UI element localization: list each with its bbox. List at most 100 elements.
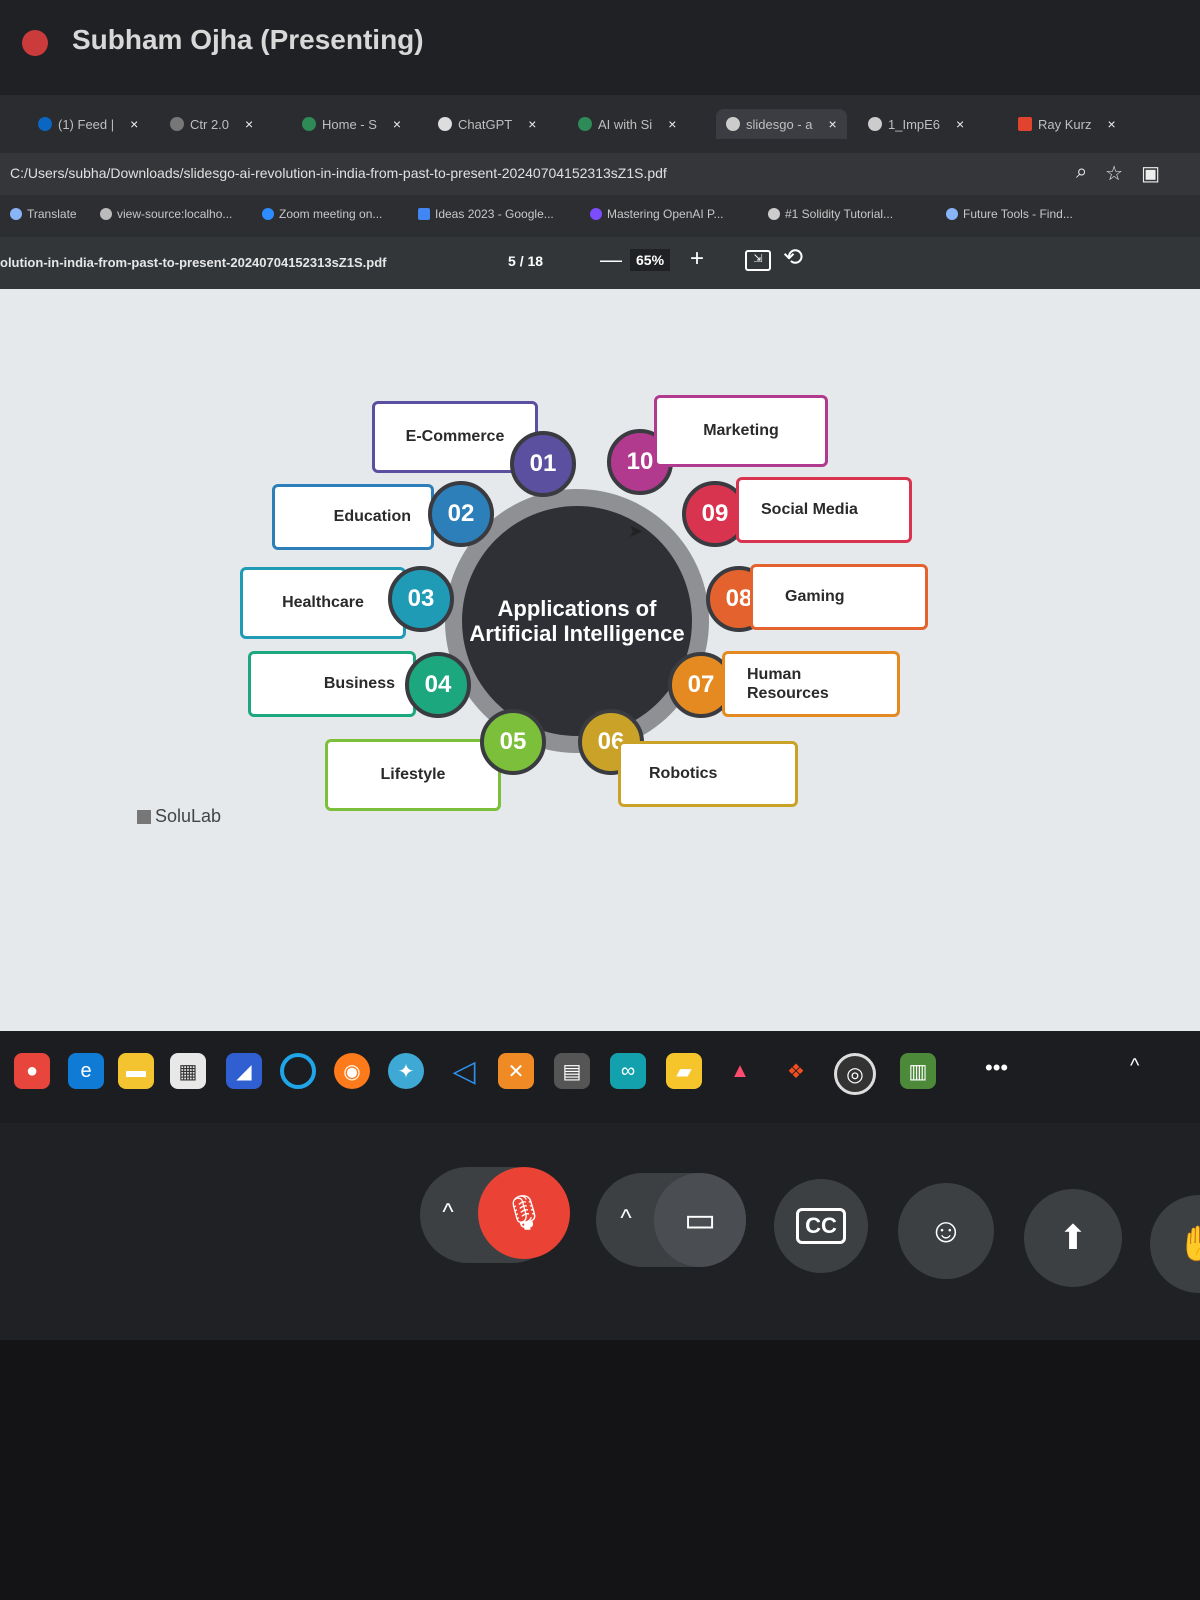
bookmark-ideas[interactable]: Ideas 2023 - Google... (418, 207, 554, 221)
close-tab-icon[interactable]: × (956, 116, 964, 132)
tab-favicon-icon (578, 117, 592, 131)
mouse-cursor-icon: ➤ (628, 521, 644, 541)
zoom-in-button[interactable]: + (690, 245, 704, 273)
bookmark-star-icon[interactable]: ☆ (1105, 161, 1123, 186)
zoom-level[interactable]: 65% (630, 249, 671, 271)
close-tab-icon[interactable]: × (245, 116, 253, 132)
tab-home[interactable]: Home - S × (302, 109, 401, 139)
zoom-search-icon[interactable]: ⌕ (1076, 161, 1087, 186)
item-box-marketing: Marketing (654, 395, 828, 467)
bookmark-mastering-openai[interactable]: Mastering OpenAI P... (590, 207, 724, 221)
zoom-out-button[interactable]: — (600, 247, 622, 273)
bookmark-label: Ideas 2023 - Google... (435, 207, 554, 221)
bookmark-favicon-icon (590, 208, 602, 220)
app-icon[interactable]: ▲ (722, 1053, 758, 1089)
item-box-education: Education (272, 484, 434, 550)
bookmark-translate[interactable]: Translate (10, 207, 77, 221)
tab-favicon-icon (302, 117, 316, 131)
address-bar[interactable]: C:/Users/subha/Downloads/slidesgo-ai-rev… (0, 153, 1200, 195)
tab-ray-kurz[interactable]: Ray Kurz × (1018, 109, 1116, 139)
rotate-icon[interactable]: ⟲ (783, 243, 803, 272)
current-page[interactable]: 5 (508, 253, 516, 269)
figma-icon[interactable]: ❖ (778, 1053, 814, 1089)
chrome-icon[interactable]: ● (14, 1053, 50, 1089)
firefox-icon[interactable]: ◉ (334, 1053, 370, 1089)
meeting-controls: ^ 🎙 ^ ▭ CC ☺ ⬆ ✋ (0, 1123, 1200, 1340)
app-icon[interactable]: ▤ (554, 1053, 590, 1089)
close-tab-icon[interactable]: × (130, 116, 138, 132)
tab-label: (1) Feed | (58, 116, 115, 132)
close-tab-icon[interactable]: × (1107, 116, 1115, 132)
hand-icon: ✋ (1177, 1225, 1200, 1263)
close-tab-icon[interactable]: × (828, 116, 836, 132)
tab-ctr[interactable]: Ctr 2.0 × (170, 109, 253, 139)
monitor-bezel (0, 1340, 1200, 1600)
page-indicator[interactable]: 5 / 18 (508, 253, 543, 269)
zoom-icon (262, 208, 274, 220)
tab-label: Ray Kurz (1038, 116, 1092, 132)
bookmark-label: Mastering OpenAI P... (607, 207, 724, 221)
app-icon[interactable]: ▥ (900, 1053, 936, 1089)
tab-chatgpt[interactable]: ChatGPT × (438, 109, 536, 139)
mic-options-caret-icon[interactable]: ^ (428, 1193, 468, 1233)
captions-button[interactable]: CC (774, 1179, 868, 1273)
raise-hand-button[interactable]: ✋ (1150, 1195, 1200, 1293)
edge-icon[interactable]: e (68, 1053, 104, 1089)
bookmark-label: Translate (27, 207, 77, 221)
mute-mic-button[interactable]: 🎙 (478, 1167, 570, 1259)
obs-icon[interactable]: ◎ (834, 1053, 876, 1095)
mic-off-icon: 🎙 (502, 1194, 546, 1232)
total-pages: / 18 (519, 253, 544, 269)
pdf-slide: Applications of Artificial Intelligence … (0, 289, 1200, 1031)
sticky-notes-icon[interactable]: ▰ (666, 1053, 702, 1089)
item-label: Human Resources (747, 666, 829, 702)
bookmark-label: Zoom meeting on... (279, 207, 383, 221)
close-tab-icon[interactable]: × (668, 116, 676, 132)
item-badge-05: 05 (480, 709, 546, 775)
item-box-lifestyle: Lifestyle (325, 739, 501, 811)
video-camera-icon: ▭ (683, 1201, 717, 1239)
tab-slidesgo-active[interactable]: slidesgo - a × (716, 109, 847, 139)
close-tab-icon[interactable]: × (528, 116, 536, 132)
globe-icon (768, 208, 780, 220)
bookmark-view-source[interactable]: view-source:localho... (100, 207, 232, 221)
bookmark-future-tools[interactable]: Future Tools - Find... (946, 207, 1073, 221)
more-apps-icon[interactable]: ••• (985, 1055, 1008, 1081)
tab-label: slidesgo - a (746, 116, 813, 132)
captions-icon: CC (796, 1208, 846, 1244)
app-icon[interactable]: ◢ (226, 1053, 262, 1089)
system-tray-caret-icon[interactable]: ^ (1130, 1055, 1139, 1078)
url-text[interactable]: C:/Users/subha/Downloads/slidesgo-ai-rev… (10, 165, 667, 181)
close-tab-icon[interactable]: × (393, 116, 401, 132)
reactions-button[interactable]: ☺ (898, 1183, 994, 1279)
camera-button[interactable]: ▭ (654, 1173, 746, 1267)
tab-impe6[interactable]: 1_ImpE6 × (868, 109, 964, 139)
vscode-icon[interactable]: ◁ (446, 1053, 482, 1089)
brand-name: SoluLab (155, 806, 222, 826)
camera-options-caret-icon[interactable]: ^ (606, 1199, 646, 1239)
item-label: Education (333, 508, 411, 525)
bookmark-label: view-source:localho... (117, 207, 233, 221)
tab-label: ChatGPT (458, 116, 513, 132)
tab-linkedin-feed[interactable]: (1) Feed | × (38, 109, 138, 139)
tab-ai-with[interactable]: AI with Si × (578, 109, 676, 139)
item-badge-01: 01 (510, 431, 576, 497)
cortana-icon[interactable] (280, 1053, 316, 1089)
file-explorer-icon[interactable]: ▬ (118, 1053, 154, 1089)
item-badge-02: 02 (428, 481, 494, 547)
app-icon[interactable]: ✦ (388, 1053, 424, 1089)
present-screen-button[interactable]: ⬆ (1024, 1189, 1122, 1287)
extensions-icon[interactable]: ▣ (1141, 161, 1160, 186)
bookmark-zoom[interactable]: Zoom meeting on... (262, 207, 382, 221)
google-docs-icon (418, 208, 430, 220)
xampp-icon[interactable]: ✕ (498, 1053, 534, 1089)
tab-label: AI with Si (598, 116, 653, 132)
present-screen-icon: ⬆ (1058, 1219, 1088, 1257)
arduino-icon[interactable]: ∞ (610, 1053, 646, 1089)
fit-page-icon[interactable]: ⇲ (745, 250, 771, 271)
tab-label: Home - S (322, 116, 377, 132)
tab-favicon-icon (726, 117, 740, 131)
store-icon[interactable]: ▦ (170, 1053, 206, 1089)
bookmark-solidity[interactable]: #1 Solidity Tutorial... (768, 207, 893, 221)
item-badge-03: 03 (388, 566, 454, 632)
